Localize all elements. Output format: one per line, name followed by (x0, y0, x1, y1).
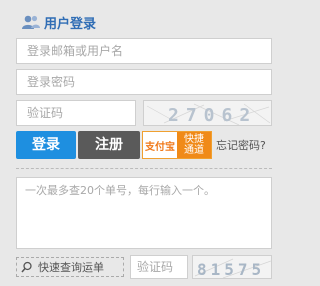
tracking-captcha-image[interactable]: 81575 (192, 255, 272, 279)
captcha-text: 27062 (168, 105, 257, 126)
alipay-logo: 支付宝 (143, 132, 177, 158)
alipay-quick-line1: 快捷 (184, 134, 204, 145)
tracking-captcha-noise-graphic: 81575 (194, 258, 271, 279)
panel-title: 用户登录 (44, 16, 97, 32)
tracking-number-textarea[interactable]: 一次最多查20个单号，每行输入一个。 (16, 177, 272, 249)
forgot-password-link[interactable]: 忘记密码? (216, 137, 266, 153)
login-panel: 用户登录 登录邮箱或用户名 登录密码 验证码 27062 登录 注册 支付宝 快… (0, 0, 284, 286)
alipay-quick-label: 快捷 通道 (177, 132, 211, 158)
user-group-icon (22, 15, 40, 29)
login-button[interactable]: 登录 (16, 131, 76, 159)
register-button[interactable]: 注册 (78, 131, 140, 159)
captcha-noise-graphic: 27062 (146, 103, 271, 126)
search-icon (21, 261, 32, 273)
captcha-image[interactable]: 27062 (143, 100, 272, 126)
username-input[interactable]: 登录邮箱或用户名 (16, 38, 272, 64)
quick-query-label: 快速查询运单 (38, 261, 104, 274)
tracking-captcha-text: 81575 (197, 260, 265, 279)
alipay-quick-line2: 通道 (184, 145, 204, 156)
password-input[interactable]: 登录密码 (16, 69, 272, 95)
captcha-input[interactable]: 验证码 (16, 100, 136, 126)
tracking-captcha-input[interactable]: 验证码 (130, 255, 188, 279)
alipay-quick-login-button[interactable]: 支付宝 快捷 通道 (142, 131, 212, 159)
quick-query-button[interactable]: 快速查询运单 (16, 257, 124, 277)
section-divider (16, 168, 272, 169)
panel-header: 用户登录 (22, 13, 97, 32)
